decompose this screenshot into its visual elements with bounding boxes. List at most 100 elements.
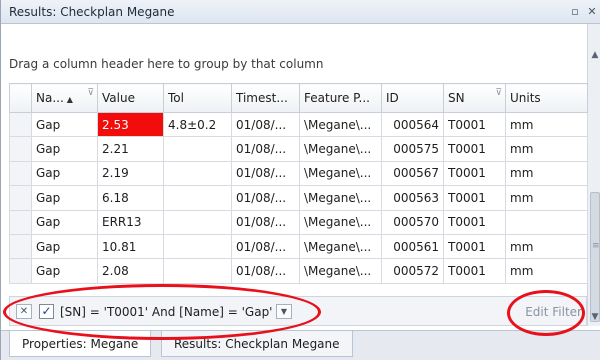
cell-tol[interactable]	[163, 233, 232, 260]
cell-units[interactable]: mm	[505, 160, 588, 187]
row-selector[interactable]	[9, 258, 32, 284]
cell-units[interactable]	[505, 209, 588, 235]
cell-value[interactable]: 2.08	[97, 258, 164, 284]
cell-id[interactable]: 000575	[381, 136, 444, 162]
column-header-units[interactable]: Units	[505, 83, 588, 113]
cell-timestamp[interactable]: 01/08/...	[231, 160, 300, 187]
cell-feature-path[interactable]: \Megane\...	[299, 185, 382, 211]
cell-value[interactable]: ERR13	[97, 209, 164, 235]
clear-filter-icon[interactable]: ✕	[16, 304, 32, 319]
cell-name[interactable]: Gap	[31, 136, 98, 162]
row-selector[interactable]	[9, 160, 32, 187]
column-header-label: Units	[510, 91, 541, 105]
cell-sn[interactable]: T0001	[443, 136, 506, 162]
title-bar: Results: Checkplan Megane ▫ ✕	[1, 0, 600, 24]
tab-properties[interactable]: Properties: Megane	[9, 331, 152, 357]
table-row[interactable]: Gap 2.21 01/08/... \Megane\... 000575 T0…	[9, 136, 588, 162]
cell-id[interactable]: 000570	[381, 209, 444, 235]
cell-units[interactable]: mm	[505, 111, 588, 138]
column-header-label: Value	[102, 91, 135, 105]
cell-timestamp[interactable]: 01/08/...	[231, 111, 300, 138]
scroll-up-icon[interactable]: ▲	[588, 48, 600, 62]
row-selector[interactable]	[9, 136, 32, 162]
cell-value[interactable]: 2.19	[97, 160, 164, 187]
cell-tol[interactable]	[163, 209, 232, 235]
tab-results[interactable]: Results: Checkplan Megane	[161, 331, 353, 357]
column-header-label: Tol	[168, 91, 184, 105]
cell-units[interactable]: mm	[505, 136, 588, 162]
table-row[interactable]: Gap 2.19 01/08/... \Megane\... 000567 T0…	[9, 160, 588, 187]
cell-sn[interactable]: T0001	[443, 209, 506, 235]
cell-value[interactable]: 6.18	[97, 185, 164, 211]
cell-sn[interactable]: T0001	[443, 160, 506, 187]
cell-units[interactable]: mm	[505, 185, 588, 211]
row-selector[interactable]	[9, 209, 32, 235]
header-row: Na... ▲ ⊽ Value Tol Timest... Feature P..…	[9, 83, 588, 113]
cell-id[interactable]: 000561	[381, 233, 444, 260]
cell-feature-path[interactable]: \Megane\...	[299, 209, 382, 235]
cell-timestamp[interactable]: 01/08/...	[231, 233, 300, 260]
cell-units[interactable]: mm	[505, 258, 588, 284]
cell-timestamp[interactable]: 01/08/...	[231, 136, 300, 162]
edit-filter-button[interactable]: Edit Filter	[525, 305, 582, 319]
close-icon[interactable]: ✕	[586, 6, 598, 18]
vertical-scrollbar[interactable]: ▲ ≡ ▼	[587, 24, 600, 326]
cell-feature-path[interactable]: \Megane\...	[299, 111, 382, 138]
scroll-thumb[interactable]	[590, 192, 600, 322]
table-row[interactable]: Gap ERR13 01/08/... \Megane\... 000570 T…	[9, 209, 588, 235]
column-header-timestamp[interactable]: Timest...	[231, 83, 300, 113]
column-header-name[interactable]: Na... ▲ ⊽	[31, 83, 98, 113]
cell-timestamp[interactable]: 01/08/...	[231, 209, 300, 235]
cell-id[interactable]: 000563	[381, 185, 444, 211]
cell-name[interactable]: Gap	[31, 185, 98, 211]
cell-id[interactable]: 000572	[381, 258, 444, 284]
cell-value-alert[interactable]: 2.53	[97, 111, 164, 138]
column-header-feature-path[interactable]: Feature P...	[299, 83, 382, 113]
cell-value[interactable]: 10.81	[97, 233, 164, 260]
dock-icon[interactable]: ▫	[569, 6, 581, 18]
cell-name[interactable]: Gap	[31, 233, 98, 260]
row-selector[interactable]	[9, 111, 32, 138]
cell-sn[interactable]: T0001	[443, 233, 506, 260]
column-header-tol[interactable]: Tol	[163, 83, 232, 113]
group-by-panel[interactable]: Drag a column header here to group by th…	[1, 24, 587, 82]
cell-tol[interactable]	[163, 160, 232, 187]
table-row[interactable]: Gap 2.53 4.8±0.2 01/08/... \Megane\... 0…	[9, 111, 588, 138]
cell-id[interactable]: 000567	[381, 160, 444, 187]
filter-expression[interactable]: [SN] = 'T0001' And [Name] = 'Gap'	[60, 305, 272, 319]
cell-name[interactable]: Gap	[31, 258, 98, 284]
cell-tol[interactable]	[163, 258, 232, 284]
row-selector[interactable]	[9, 185, 32, 211]
table-row[interactable]: Gap 2.08 01/08/... \Megane\... 000572 T0…	[9, 258, 588, 284]
filter-enabled-checkbox[interactable]: ✓	[39, 304, 54, 319]
cell-feature-path[interactable]: \Megane\...	[299, 136, 382, 162]
table-row[interactable]: Gap 10.81 01/08/... \Megane\... 000561 T…	[9, 233, 588, 260]
table-row[interactable]: Gap 6.18 01/08/... \Megane\... 000563 T0…	[9, 185, 588, 211]
cell-sn[interactable]: T0001	[443, 185, 506, 211]
cell-name[interactable]: Gap	[31, 160, 98, 187]
column-header-id[interactable]: ID	[381, 83, 444, 113]
cell-sn[interactable]: T0001	[443, 111, 506, 138]
cell-tol[interactable]	[163, 185, 232, 211]
cell-feature-path[interactable]: \Megane\...	[299, 233, 382, 260]
column-header-sn[interactable]: SN ⊽	[443, 83, 506, 113]
row-selector[interactable]	[9, 233, 32, 260]
cell-value[interactable]: 2.21	[97, 136, 164, 162]
cell-sn[interactable]: T0001	[443, 258, 506, 284]
cell-timestamp[interactable]: 01/08/...	[231, 258, 300, 284]
filter-icon[interactable]: ⊽	[87, 88, 94, 98]
chevron-down-icon[interactable]: ▼	[276, 304, 292, 319]
cell-tol[interactable]	[163, 136, 232, 162]
cell-tol[interactable]: 4.8±0.2	[163, 111, 232, 138]
cell-timestamp[interactable]: 01/08/...	[231, 185, 300, 211]
grip-icon: ≡	[592, 241, 600, 251]
cell-id[interactable]: 000564	[381, 111, 444, 138]
filter-icon[interactable]: ⊽	[495, 88, 502, 98]
column-header-value[interactable]: Value	[97, 83, 164, 113]
scroll-down-icon[interactable]: ▼	[588, 310, 600, 324]
cell-name[interactable]: Gap	[31, 209, 98, 235]
cell-name[interactable]: Gap	[31, 111, 98, 138]
cell-feature-path[interactable]: \Megane\...	[299, 258, 382, 284]
cell-feature-path[interactable]: \Megane\...	[299, 160, 382, 187]
cell-units[interactable]: mm	[505, 233, 588, 260]
